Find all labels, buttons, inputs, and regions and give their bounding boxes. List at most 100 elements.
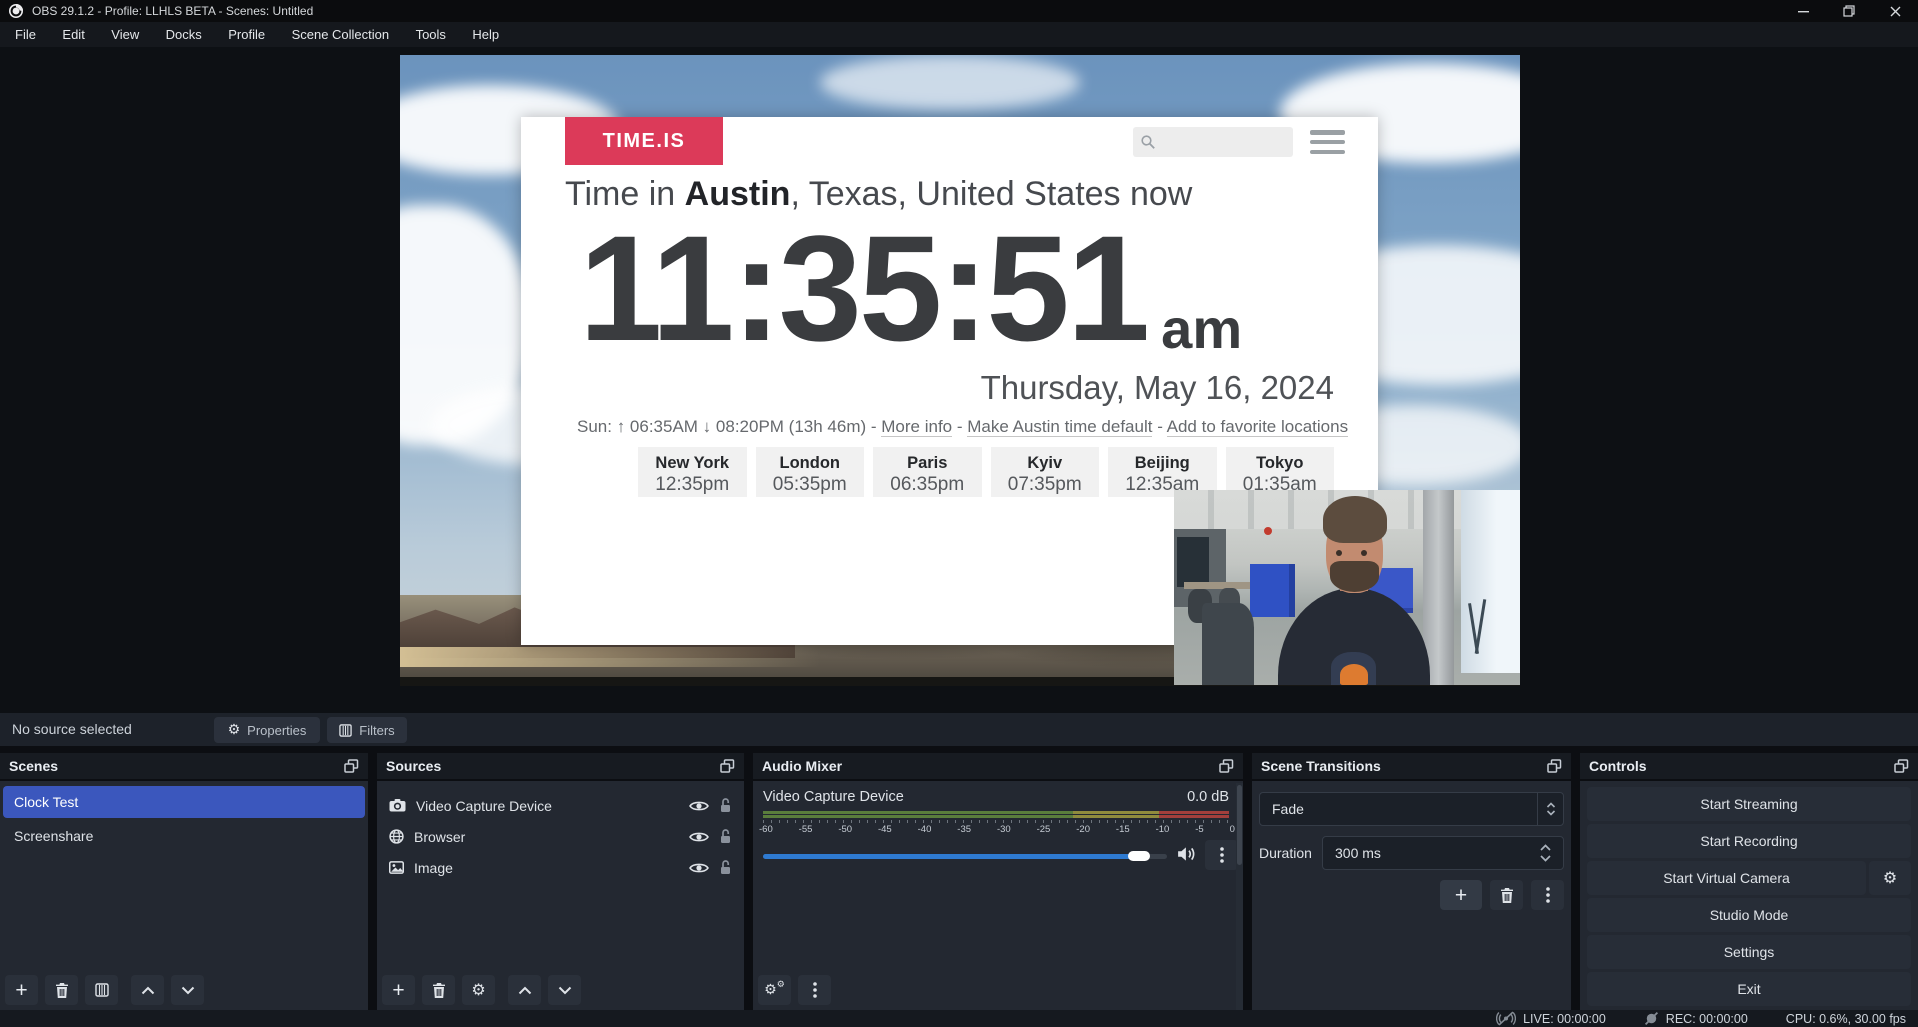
- mixer-scrollbar[interactable]: [1236, 783, 1243, 1010]
- move-scene-down-button[interactable]: [171, 975, 204, 1005]
- window-title: OBS 29.1.2 - Profile: LLHLS BETA - Scene…: [32, 0, 313, 22]
- duration-spinner[interactable]: 300 ms: [1322, 836, 1564, 870]
- chevron-down-icon: [181, 986, 195, 995]
- start-virtual-camera-button[interactable]: Start Virtual Camera: [1587, 861, 1866, 895]
- chevron-up-icon: [518, 986, 532, 995]
- trash-icon: [55, 983, 69, 998]
- source-item-browser[interactable]: Browser: [380, 821, 741, 852]
- make-default-link[interactable]: Make Austin time default: [967, 417, 1152, 437]
- city-london[interactable]: London05:35pm: [756, 447, 865, 497]
- add-transition-button[interactable]: +: [1440, 880, 1482, 910]
- menu-profile[interactable]: Profile: [217, 22, 276, 47]
- trash-icon: [1500, 888, 1514, 903]
- add-source-button[interactable]: +: [382, 975, 415, 1005]
- menu-help[interactable]: Help: [461, 22, 510, 47]
- source-properties-button[interactable]: ⚙: [462, 975, 495, 1005]
- office-desk: [1184, 582, 1257, 590]
- kebab-dots-icon: [1546, 887, 1550, 903]
- filters-button[interactable]: Filters: [327, 717, 407, 743]
- desert-light-sand: [400, 647, 820, 667]
- menu-bar: File Edit View Docks Profile Scene Colle…: [0, 22, 1918, 47]
- title-bar: OBS 29.1.2 - Profile: LLHLS BETA - Scene…: [0, 0, 1918, 22]
- lock-button[interactable]: [719, 798, 732, 813]
- scene-item-screenshare[interactable]: Screenshare: [3, 820, 365, 852]
- city-kyiv[interactable]: Kyiv07:35pm: [991, 447, 1100, 497]
- source-item-image[interactable]: Image: [380, 852, 741, 883]
- menu-edit[interactable]: Edit: [51, 22, 95, 47]
- mixer-source-menu-button[interactable]: [1205, 840, 1238, 870]
- remove-source-button[interactable]: [422, 975, 455, 1005]
- add-scene-button[interactable]: +: [5, 975, 38, 1005]
- audio-mixer-title: Audio Mixer: [762, 758, 842, 774]
- popout-icon[interactable]: [720, 759, 735, 773]
- popout-icon[interactable]: [344, 759, 359, 773]
- volume-meter: [763, 811, 1229, 818]
- preview-canvas[interactable]: TIME.IS Time in Austin, Texas, United St…: [400, 55, 1520, 686]
- city-paris[interactable]: Paris06:35pm: [873, 447, 982, 497]
- studio-mode-button[interactable]: Studio Mode: [1587, 898, 1911, 932]
- scene-filters-button[interactable]: [85, 975, 118, 1005]
- advanced-audio-button[interactable]: ⚙⚙: [758, 975, 791, 1005]
- menu-docks[interactable]: Docks: [155, 22, 213, 47]
- audio-mixer-panel: Audio Mixer Video Capture Device 0.0 dB …: [753, 753, 1243, 1010]
- transition-select[interactable]: Fade: [1259, 792, 1564, 826]
- properties-button[interactable]: ⚙ Properties: [214, 717, 320, 743]
- move-scene-up-button[interactable]: [131, 975, 164, 1005]
- menu-view[interactable]: View: [100, 22, 150, 47]
- exit-button[interactable]: Exit: [1587, 972, 1911, 1006]
- search-input[interactable]: [1161, 127, 1287, 157]
- minimize-button[interactable]: [1780, 0, 1826, 22]
- start-streaming-button[interactable]: Start Streaming: [1587, 787, 1911, 821]
- broadcast-slash-icon: [1496, 1011, 1516, 1026]
- mixer-source-label: Video Capture Device: [763, 789, 904, 805]
- more-info-link[interactable]: More info: [881, 417, 952, 437]
- visibility-eye-button[interactable]: [689, 831, 709, 843]
- current-date: Thursday, May 16, 2024: [981, 369, 1334, 407]
- spin-up-icon[interactable]: [1540, 844, 1551, 851]
- scene-item-clock-test[interactable]: Clock Test: [3, 786, 365, 818]
- move-source-down-button[interactable]: [548, 975, 581, 1005]
- visibility-eye-button[interactable]: [689, 862, 709, 874]
- kebab-dots-icon: [1220, 847, 1224, 863]
- add-favorite-link[interactable]: Add to favorite locations: [1167, 417, 1348, 437]
- preview-workspace: TIME.IS Time in Austin, Texas, United St…: [0, 47, 1918, 713]
- volume-slider-handle[interactable]: [1128, 851, 1150, 861]
- popout-icon[interactable]: [1894, 759, 1909, 773]
- speaker-icon[interactable]: [1177, 846, 1197, 862]
- sun-info-line: Sun: ↑ 06:35AM ↓ 08:20PM (13h 46m) - Mor…: [577, 417, 1348, 437]
- timeis-logo[interactable]: TIME.IS: [565, 117, 723, 165]
- menu-tools[interactable]: Tools: [405, 22, 457, 47]
- popout-icon[interactable]: [1219, 759, 1234, 773]
- shirt-graphic: [1340, 664, 1368, 685]
- virtual-camera-config-button[interactable]: ⚙: [1869, 861, 1911, 895]
- menu-file[interactable]: File: [4, 22, 47, 47]
- volume-slider[interactable]: [763, 841, 1167, 871]
- maximize-button[interactable]: [1826, 0, 1872, 22]
- remove-transition-button[interactable]: [1490, 880, 1523, 910]
- settings-button[interactable]: Settings: [1587, 935, 1911, 969]
- remove-scene-button[interactable]: [45, 975, 78, 1005]
- move-source-up-button[interactable]: [508, 975, 541, 1005]
- meter-scale: -60-55-50-45-40-35-30-25-20-15-10-50: [759, 824, 1235, 836]
- popout-icon[interactable]: [1547, 759, 1562, 773]
- webcam-source[interactable]: [1174, 490, 1520, 685]
- start-recording-button[interactable]: Start Recording: [1587, 824, 1911, 858]
- source-item-video-capture[interactable]: Video Capture Device: [380, 790, 741, 821]
- transition-menu-button[interactable]: [1531, 880, 1564, 910]
- spin-down-icon[interactable]: [1540, 855, 1551, 862]
- mixer-menu-button[interactable]: [798, 975, 831, 1005]
- scene-transitions-panel: Scene Transitions Fade Duration 300 ms: [1252, 753, 1571, 1010]
- chevron-up-icon: [141, 986, 155, 995]
- visibility-eye-button[interactable]: [689, 800, 709, 812]
- rec-time: REC: 00:00:00: [1666, 1012, 1748, 1026]
- lock-button[interactable]: [719, 860, 732, 875]
- lock-button[interactable]: [719, 829, 732, 844]
- city-newyork[interactable]: New York12:35pm: [638, 447, 747, 497]
- close-button[interactable]: [1872, 0, 1918, 22]
- hamburger-menu-icon[interactable]: [1310, 130, 1345, 154]
- menu-scene-collection[interactable]: Scene Collection: [281, 22, 401, 47]
- search-box: [1133, 127, 1293, 157]
- search-icon: [1140, 134, 1156, 150]
- mixer-db-value: 0.0 dB: [1187, 789, 1229, 805]
- blue-partition: [1250, 564, 1295, 617]
